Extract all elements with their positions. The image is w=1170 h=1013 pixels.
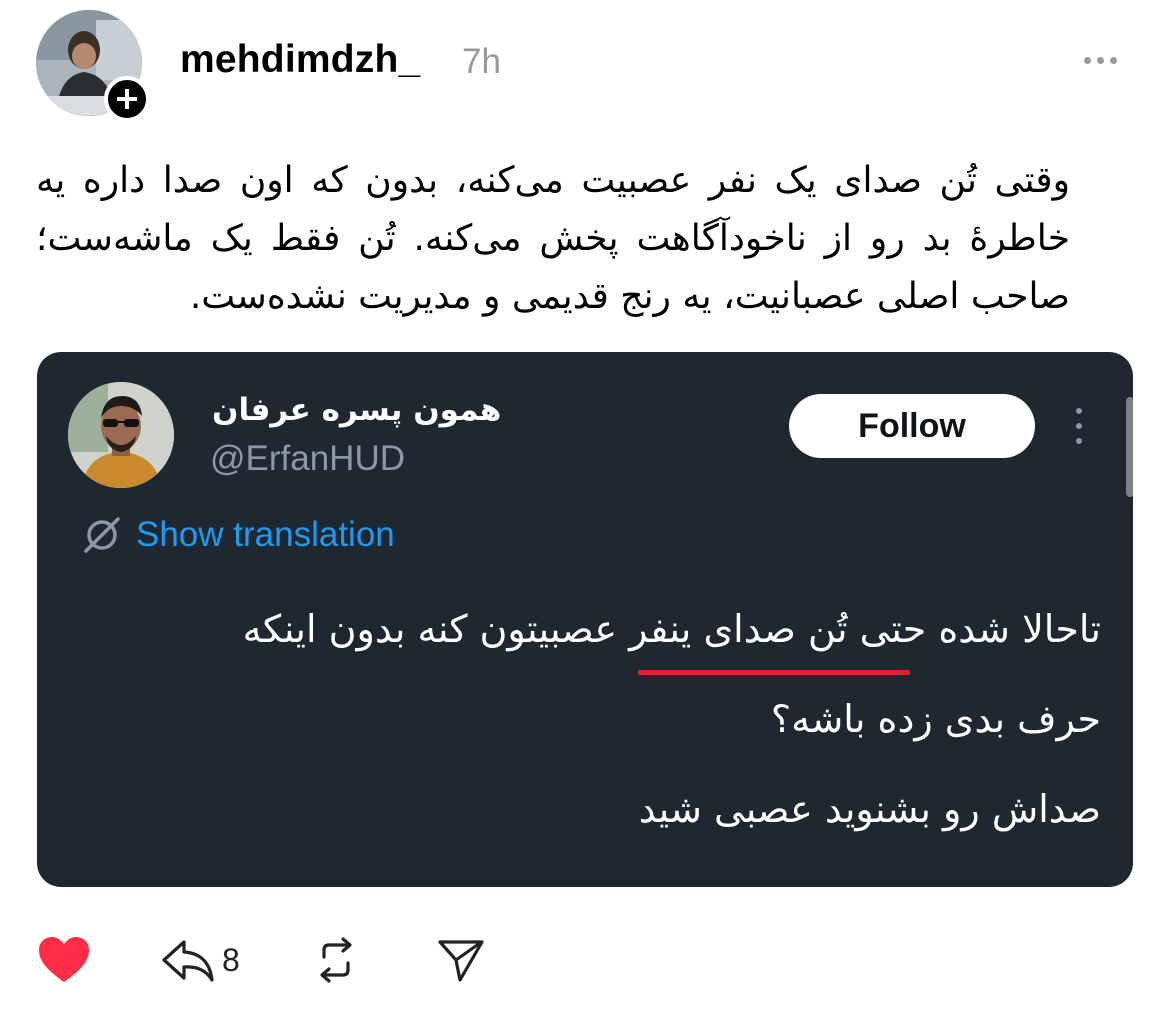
- quoted-handle[interactable]: @ErfanHUD: [210, 439, 405, 479]
- card-scrollbar[interactable]: [1126, 397, 1133, 497]
- quoted-display-name[interactable]: همون پسره عرفان: [212, 392, 501, 428]
- repost-button[interactable]: [310, 936, 362, 984]
- red-underline-highlight: [638, 670, 910, 675]
- author-username[interactable]: mehdimdzh_: [180, 38, 420, 82]
- quoted-line-1: تاحالا شده حتی تُن صدای ینفر عصبیتون کنه…: [242, 607, 1101, 651]
- reply-icon: [162, 940, 214, 982]
- share-button[interactable]: [436, 936, 486, 984]
- quoted-author-avatar[interactable]: [68, 382, 174, 488]
- quoted-line-2: حرف بدی زده باشه؟: [770, 697, 1101, 741]
- reply-count: 8: [222, 941, 240, 978]
- share-icon: [438, 940, 484, 982]
- quoted-more-icon[interactable]: [1073, 408, 1085, 444]
- action-bar: 8: [36, 930, 486, 990]
- show-translation-label: Show translation: [136, 515, 395, 554]
- reply-button[interactable]: 8: [160, 936, 240, 984]
- follow-plus-button[interactable]: [104, 76, 150, 122]
- repost-icon: [320, 937, 352, 983]
- like-button[interactable]: [36, 936, 92, 984]
- follow-button[interactable]: Follow: [789, 394, 1035, 458]
- more-options-icon[interactable]: [1080, 48, 1120, 72]
- quoted-text: تاحالا شده حتی تُن صدای ینفر عصبیتون کنه…: [77, 600, 1101, 870]
- heart-icon: [39, 937, 89, 982]
- post-time: 7h: [462, 42, 501, 81]
- plus-icon: [117, 89, 137, 109]
- quoted-line-3: صداش رو بشنوید عصبی شید: [638, 787, 1101, 831]
- show-translation-link[interactable]: Show translation: [82, 515, 395, 555]
- translate-icon: [84, 517, 120, 553]
- post-text: وقتی تُن صدای یک نفر عصبیت می‌کنه، بدون …: [36, 160, 1070, 317]
- quoted-post-card[interactable]: همون پسره عرفان @ErfanHUD Follow Show tr…: [37, 352, 1133, 887]
